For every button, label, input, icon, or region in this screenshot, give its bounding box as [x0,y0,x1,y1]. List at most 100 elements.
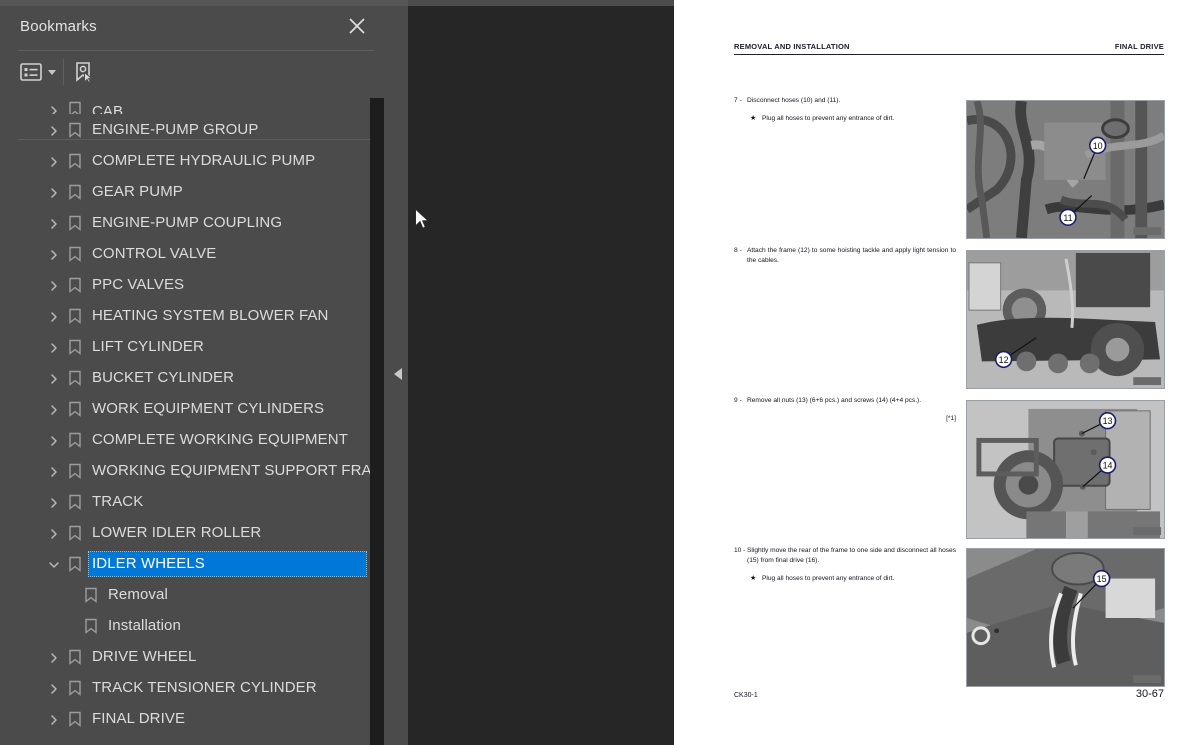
bookmark-icon [68,370,82,386]
chevron-down-icon[interactable] [48,558,60,570]
bookmark-item[interactable]: BUCKET CYLINDER [0,362,370,393]
footer-model-code: CK30-1 [734,692,758,699]
chevron-right-icon[interactable] [48,248,60,260]
bookmark-item[interactable]: WORKING EQUIPMENT SUPPORT FRAME [0,455,370,486]
chevron-right-icon[interactable] [48,682,60,694]
bookmark-label: BUCKET CYLINDER [92,369,235,386]
mouse-pointer-icon [414,207,430,232]
chevron-right-icon[interactable] [48,651,60,663]
bookmark-item[interactable]: COMPLETE WORKING EQUIPMENT [0,424,370,455]
bookmark-icon [68,277,82,293]
bookmark-item[interactable]: ENGINE-PUMP GROUP [0,114,370,145]
chevron-right-icon[interactable] [48,279,60,291]
bookmarks-toolbar [0,51,390,140]
bookmark-item[interactable]: DRIVE WHEEL [0,641,370,672]
bookmark-item[interactable]: Installation [0,610,370,641]
procedure-step: 7 - Disconnect hoses (10) and (11). ★ Plug … [734,96,956,122]
chevron-right-icon[interactable] [48,403,60,415]
step-number: 10 - [734,547,746,554]
bookmark-icon [68,463,82,479]
step-number: 8 - [734,247,742,254]
bookmark-item[interactable]: WORK EQUIPMENT CYLINDERS [0,393,370,424]
bookmark-icon [84,587,98,603]
bookmark-item[interactable]: HEATING SYSTEM BLOWER FAN [0,300,370,331]
bookmark-item[interactable]: TRACK [0,486,370,517]
document-page: REMOVAL AND INSTALLATION FINAL DRIVE 7 -… [674,0,1200,745]
list-options-icon[interactable] [20,58,56,86]
bookmark-item[interactable]: GEAR PUMP [0,176,370,207]
step-note-text: Plug all hoses to prevent any entrance o… [762,575,895,583]
bookmark-item[interactable]: FINAL DRIVE [0,703,370,734]
chevron-right-icon[interactable] [48,310,60,322]
new-bookmark-icon[interactable] [72,58,94,86]
bookmark-item[interactable]: CAB [0,96,370,114]
step-note-text: Plug all hoses to prevent any entrance o… [762,115,895,123]
star-icon: ★ [750,575,757,583]
footer-page-number: 30-67 [1135,688,1164,700]
panel-title: Bookmarks [20,18,97,35]
chevron-right-icon[interactable] [48,155,60,167]
svg-text:12: 12 [999,355,1009,365]
close-icon[interactable] [346,15,368,37]
chevron-right-icon[interactable] [48,434,60,446]
chevron-right-icon[interactable] [48,527,60,539]
chevron-right-icon[interactable] [48,217,60,229]
rear-frame-hoses-photo: 15 [966,548,1165,687]
chevron-right-icon[interactable] [48,341,60,353]
toolbar-divider [63,59,64,85]
step-reference: [*1] [946,415,956,423]
step-number: 9 - [734,397,742,404]
svg-text:11: 11 [1063,213,1072,223]
chevron-right-icon[interactable] [48,465,60,477]
bookmark-label: COMPLETE HYDRAULIC PUMP [92,152,316,169]
step-text: Remove all nuts (13) (6+6 pcs.) and scre… [747,397,922,404]
bookmark-item[interactable]: TRACK TENSIONER CYLINDER [0,672,370,703]
bookmark-item[interactable]: PPC VALVES [0,269,370,300]
bookmark-icon [68,525,82,541]
header-left-text: REMOVAL AND INSTALLATION [734,42,850,51]
bookmark-item[interactable]: LOWER IDLER ROLLER [0,517,370,548]
bookmarks-scrollbar[interactable] [370,98,751,745]
step-text: Attach the frame (12) to some hoisting t… [747,247,956,265]
bookmark-item[interactable]: ENGINE-PUMP COUPLING [0,207,370,238]
bookmark-icon [68,556,82,572]
bookmark-icon [68,339,82,355]
bookmark-icon [68,308,82,324]
header-right-text: FINAL DRIVE [1114,42,1164,51]
chevron-right-icon[interactable] [48,372,60,384]
bookmark-item[interactable]: CONTROL VALVE [0,238,370,269]
bookmark-icon [68,649,82,665]
bookmark-icon [68,122,82,138]
bookmark-icon [68,101,82,114]
svg-text:10: 10 [1093,141,1103,151]
chevron-right-icon[interactable] [48,186,60,198]
bookmark-item[interactable]: IDLER WHEELS [0,548,370,579]
bookmark-label: TRACK TENSIONER CYLINDER [92,679,317,696]
bookmark-label: Removal [108,586,168,603]
bookmark-tree[interactable]: CAB ENGINE-PUMP GROUP COMPLETE HYDRAULIC P… [0,96,370,745]
bookmark-label: DRIVE WHEEL [92,648,197,665]
bookmark-label: WORKING EQUIPMENT SUPPORT FRAME [92,462,370,479]
bookmark-label: PPC VALVES [92,276,185,293]
chevron-right-icon[interactable] [48,713,60,725]
bookmark-label: ENGINE-PUMP COUPLING [92,214,283,231]
header-rule [734,54,1164,56]
step-number: 7 - [734,97,742,104]
chevron-right-icon[interactable] [48,104,60,114]
bookmark-item[interactable]: LIFT CYLINDER [0,331,370,362]
bookmark-label: HEATING SYSTEM BLOWER FAN [92,307,329,324]
bookmark-icon [68,680,82,696]
bookmark-icon [68,153,82,169]
step-note: ★ Plug all hoses to prevent any entrance … [734,575,956,582]
chevron-right-icon[interactable] [48,124,60,136]
step-note: ★ Plug all hoses to prevent any entrance … [734,115,956,122]
collapse-left-icon[interactable] [394,368,402,380]
bookmark-label: LOWER IDLER ROLLER [92,524,262,541]
bookmark-label: Installation [108,617,181,634]
bookmark-label: COMPLETE WORKING EQUIPMENT [92,431,348,448]
bookmark-label: LIFT CYLINDER [92,338,204,355]
bookmark-item[interactable]: Removal [0,579,370,610]
chevron-right-icon[interactable] [48,496,60,508]
bookmark-item[interactable]: COMPLETE HYDRAULIC PUMP [0,145,370,176]
bookmark-label: IDLER WHEELS [88,550,367,577]
